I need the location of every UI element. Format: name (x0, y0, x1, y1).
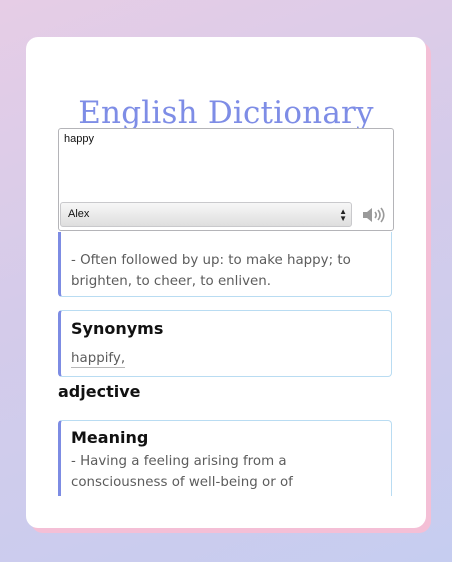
definition-line: consciousness of well-being or of (71, 475, 293, 490)
results-panel[interactable]: - Often followed by up: to make happy; t… (58, 232, 394, 496)
voice-select[interactable]: Alex ▲ ▼ (60, 202, 352, 227)
dictionary-card: English Dictionary Alex ▲▼ - Often follo… (26, 37, 426, 528)
speaker-volume-icon[interactable] (361, 206, 385, 224)
definition-line: - Often followed by up: to make happy; t… (71, 253, 351, 268)
word-input[interactable] (64, 133, 384, 193)
voice-select-value: Alex (68, 208, 90, 220)
app-title: English Dictionary (78, 95, 374, 131)
definition-line: brighten, to cheer, to enliven. (71, 274, 272, 289)
meaning-heading: Meaning (71, 428, 149, 447)
updown-arrows-icon: ▲ ▼ (339, 207, 347, 223)
definition-line: - Having a feeling arising from a (71, 454, 287, 469)
synonyms-box: Synonyms happify, (58, 310, 392, 377)
part-of-speech: adjective (58, 382, 141, 401)
search-box: Alex ▲▼ (58, 128, 394, 231)
synonym-link[interactable]: happify, (71, 350, 126, 368)
synonyms-heading: Synonyms (71, 319, 164, 338)
verb-meaning-box: - Often followed by up: to make happy; t… (58, 232, 392, 297)
adjective-meaning-box: Meaning - Having a feeling arising from … (58, 420, 392, 496)
